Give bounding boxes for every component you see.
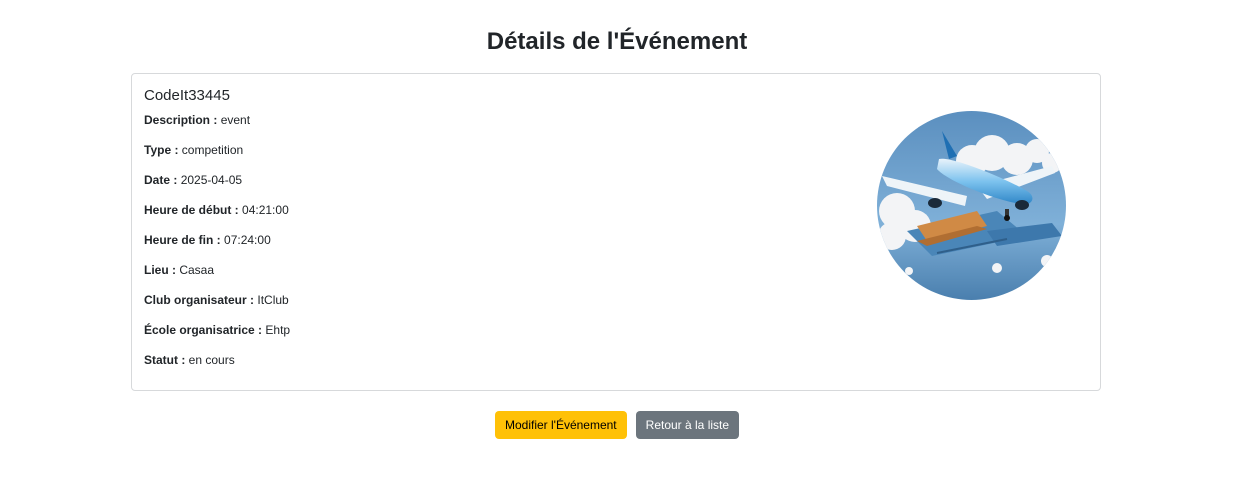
action-bar: Modifier l'Événement Retour à la liste: [0, 411, 1234, 439]
field-end-time: Heure de fin : 07:24:00: [144, 232, 290, 262]
field-club: Club organisateur : ItClub: [144, 292, 290, 322]
field-description: Description : event: [144, 112, 290, 142]
field-school: École organisatrice : Ehtp: [144, 322, 290, 352]
field-location: Lieu : Casaa: [144, 262, 290, 292]
field-label: Heure de fin :: [144, 233, 221, 247]
field-label: Type :: [144, 143, 179, 157]
event-fields-list: Description : event Type : competition D…: [144, 112, 290, 382]
field-start-time: Heure de début : 04:21:00: [144, 202, 290, 232]
field-value: competition: [181, 143, 244, 157]
field-label: Lieu :: [144, 263, 176, 277]
field-value: 2025-04-05: [180, 173, 243, 187]
field-label: Club organisateur :: [144, 293, 255, 307]
field-value: 07:24:00: [224, 233, 271, 247]
field-value: Ehtp: [265, 323, 291, 337]
back-to-list-button[interactable]: Retour à la liste: [635, 411, 740, 439]
event-details-card: CodeIt33445 Description : event Type : c…: [131, 73, 1101, 391]
field-label: Date :: [144, 173, 178, 187]
field-value: Casaa: [179, 263, 215, 277]
field-status: Statut : en cours: [144, 352, 290, 382]
field-label: École organisatrice :: [144, 323, 263, 337]
field-value: event: [220, 113, 251, 127]
edit-event-button[interactable]: Modifier l'Événement: [494, 411, 627, 439]
airplane-illustration: [877, 111, 1066, 300]
field-date: Date : 2025-04-05: [144, 172, 290, 202]
event-image: [877, 111, 1066, 300]
field-type: Type : competition: [144, 142, 290, 172]
field-label: Statut :: [144, 353, 186, 367]
event-name: CodeIt33445: [144, 87, 230, 104]
field-value: en cours: [188, 353, 235, 367]
page-title: Détails de l'Événement: [486, 28, 748, 55]
field-label: Heure de début :: [144, 203, 239, 217]
field-value: ItClub: [257, 293, 289, 307]
field-label: Description :: [144, 113, 218, 127]
field-value: 04:21:00: [242, 203, 289, 217]
